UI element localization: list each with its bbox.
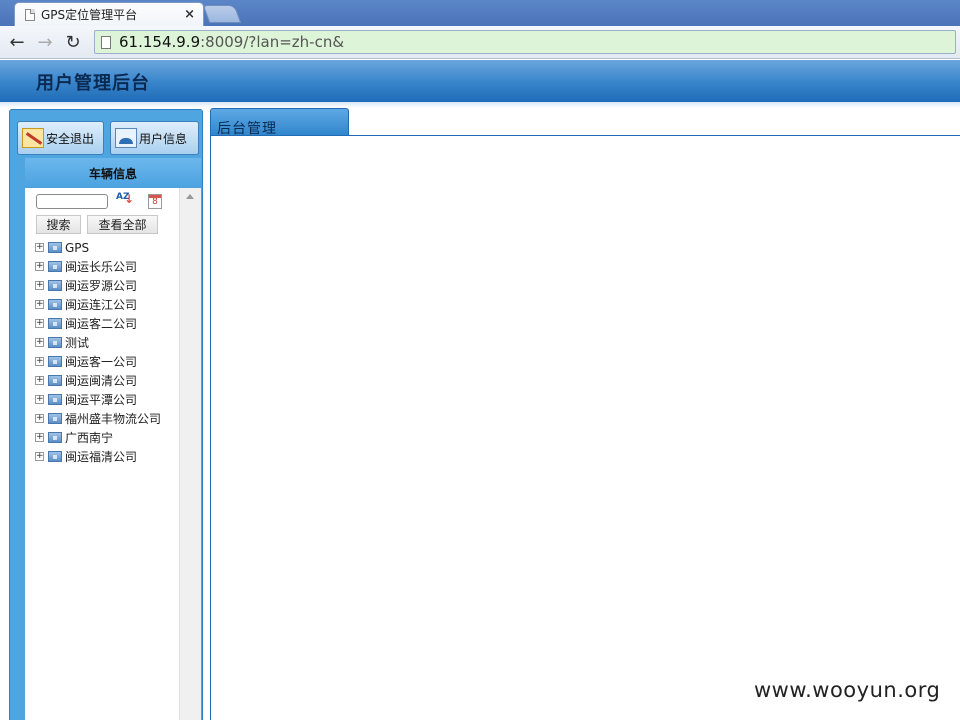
tree-item-label: 闽运福清公司 — [65, 450, 138, 464]
tree-item[interactable]: + 闽运福清公司 — [35, 447, 161, 466]
expand-icon[interactable]: + — [35, 281, 44, 290]
browser-toolbar: ← → ↻ 61.154.9.9:8009/?lan=zh-cn& — [0, 26, 960, 59]
tree-item[interactable]: + 闽运长乐公司 — [35, 257, 161, 276]
vehicle-info-panel: 车辆信息 AZ ↓ 8 搜索 查看全部 + GPS + 闽运长乐公司 + 闽运罗源公司 + 闽运… — [25, 158, 201, 720]
search-button[interactable]: 搜索 — [36, 215, 81, 234]
tree-item[interactable]: + 闽运客二公司 — [35, 314, 161, 333]
reload-button[interactable]: ↻ — [62, 31, 84, 53]
back-button[interactable]: ← — [6, 31, 28, 53]
tree-item[interactable]: + 闽运闽清公司 — [35, 371, 161, 390]
tab-admin[interactable]: 后台管理 — [210, 108, 349, 137]
expand-icon[interactable]: + — [35, 319, 44, 328]
forward-button[interactable]: → — [34, 31, 56, 53]
folder-icon — [48, 299, 62, 310]
sort-date-icon[interactable]: 8 — [148, 193, 162, 209]
tree-item-label: 闽运客一公司 — [65, 355, 138, 369]
tree-item[interactable]: + 闽运客一公司 — [35, 352, 161, 371]
logout-label: 安全退出 — [46, 131, 95, 146]
page-icon — [25, 8, 35, 21]
sort-az-icon[interactable]: AZ ↓ — [116, 193, 134, 209]
tree-item-label: 闽运长乐公司 — [65, 260, 138, 274]
user-info-icon — [115, 128, 137, 148]
url-path: :8009/?lan=zh-cn& — [200, 33, 345, 51]
tree-item[interactable]: + 闽运平潭公司 — [35, 390, 161, 409]
vehicle-info-title: 车辆信息 — [25, 158, 201, 188]
logout-button[interactable]: 安全退出 — [17, 121, 104, 155]
new-tab-button[interactable] — [202, 5, 242, 23]
tree-item-label: GPS — [65, 240, 90, 255]
expand-icon[interactable]: + — [35, 395, 44, 404]
tree-item-label: 福州盛丰物流公司 — [65, 412, 162, 426]
browser-tabstrip: GPS定位管理平台 × — [0, 0, 960, 26]
tree-item[interactable]: + 测试 — [35, 333, 161, 352]
action-buttons: 安全退出 用户信息 — [17, 121, 199, 155]
search-row: AZ ↓ 8 — [36, 192, 162, 210]
expand-icon[interactable]: + — [35, 433, 44, 442]
user-info-label: 用户信息 — [139, 131, 188, 146]
expand-icon[interactable]: + — [35, 243, 44, 252]
main-content — [210, 135, 960, 720]
tree-item-label: 闽运闽清公司 — [65, 374, 138, 388]
expand-icon[interactable]: + — [35, 452, 44, 461]
address-bar[interactable]: 61.154.9.9:8009/?lan=zh-cn& — [94, 30, 956, 54]
app-header: 用户管理后台 — [0, 60, 960, 108]
expand-icon[interactable]: + — [35, 376, 44, 385]
search-buttons: 搜索 查看全部 — [36, 215, 158, 234]
page-title: 用户管理后台 — [36, 73, 150, 94]
url-host: 61.154.9.9 — [119, 33, 201, 51]
folder-icon — [48, 242, 62, 253]
tree-item[interactable]: + 闽运罗源公司 — [35, 276, 161, 295]
folder-icon — [48, 451, 62, 462]
logout-icon — [22, 128, 44, 148]
folder-icon — [48, 375, 62, 386]
expand-icon[interactable]: + — [35, 262, 44, 271]
tree-item-label: 闽运客二公司 — [65, 317, 138, 331]
tab-close-button[interactable]: × — [184, 7, 195, 22]
expand-icon[interactable]: + — [35, 338, 44, 347]
watermark: www.wooyun.org — [754, 678, 941, 702]
folder-icon — [48, 337, 62, 348]
folder-icon — [48, 356, 62, 367]
tree-item-label: 闽运平潭公司 — [65, 393, 138, 407]
folder-icon — [48, 261, 62, 272]
left-panel: 安全退出 用户信息 车辆信息 AZ ↓ 8 搜索 查看全部 + GPS + 闽运长乐公司… — [9, 109, 203, 720]
expand-icon[interactable]: + — [35, 300, 44, 309]
tree-scrollbar[interactable] — [179, 188, 201, 720]
tree-item-label: 测试 — [65, 336, 90, 350]
tree-item-label: 闽运罗源公司 — [65, 279, 138, 293]
folder-icon — [48, 394, 62, 405]
folder-icon — [48, 413, 62, 424]
page-info-icon[interactable] — [101, 35, 111, 49]
tree-item-label: 广西南宁 — [65, 431, 114, 445]
tree-item[interactable]: + 闽运连江公司 — [35, 295, 161, 314]
folder-icon — [48, 280, 62, 291]
view-all-button[interactable]: 查看全部 — [87, 215, 158, 234]
tree-item[interactable]: + GPS — [35, 238, 161, 257]
tab-title: GPS定位管理平台 — [41, 8, 138, 22]
tree-item[interactable]: + 福州盛丰物流公司 — [35, 409, 161, 428]
tree-item[interactable]: + 广西南宁 — [35, 428, 161, 447]
vehicle-search-input[interactable] — [36, 193, 108, 209]
scroll-up-icon[interactable] — [186, 194, 194, 199]
browser-tab[interactable]: GPS定位管理平台 × — [14, 2, 204, 26]
user-info-button[interactable]: 用户信息 — [110, 121, 199, 155]
main-panel: 后台管理 — [210, 108, 960, 720]
tree-item-label: 闽运连江公司 — [65, 298, 138, 312]
expand-icon[interactable]: + — [35, 414, 44, 423]
vehicle-tree: + GPS + 闽运长乐公司 + 闽运罗源公司 + 闽运连江公司 + 闽运客二公司 + 测试 + 闽运客一… — [35, 238, 161, 466]
folder-icon — [48, 318, 62, 329]
folder-icon — [48, 432, 62, 443]
expand-icon[interactable]: + — [35, 357, 44, 366]
